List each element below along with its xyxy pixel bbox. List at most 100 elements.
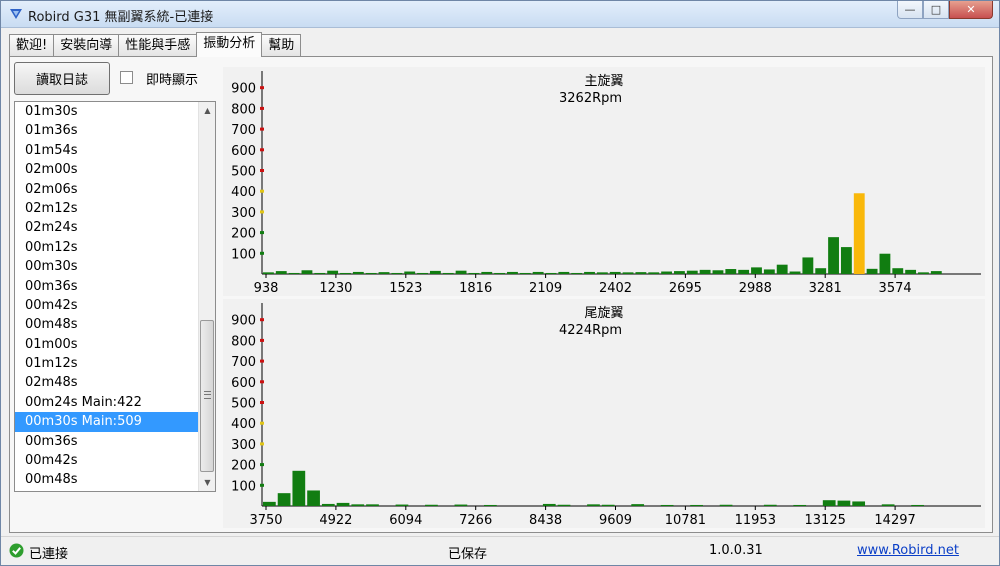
log-entry[interactable]: 00m36s — [15, 277, 215, 296]
window-title: Robird G31 無副翼系統-已連接 — [28, 10, 214, 25]
maximize-button[interactable]: □ — [923, 1, 949, 19]
y-tick-mark — [260, 106, 264, 110]
log-entry[interactable]: 01m54s — [15, 141, 215, 160]
bar — [660, 504, 674, 506]
bar — [542, 503, 556, 506]
x-tick-label: 3750 — [249, 513, 282, 528]
bar — [307, 490, 320, 506]
log-entry[interactable]: 01m12s — [15, 354, 215, 373]
tail-rotor-rpm: 4224Rpm — [559, 323, 623, 338]
tab-performance[interactable]: 性能與手感 — [118, 34, 198, 56]
connected-check-icon — [9, 543, 24, 558]
close-button[interactable]: ✕ — [949, 1, 993, 19]
bar — [712, 270, 724, 274]
tab-help[interactable]: 幫助 — [261, 34, 302, 56]
bar — [483, 504, 497, 506]
y-tick-label: 100 — [231, 247, 256, 262]
log-entry[interactable]: 00m42s — [15, 296, 215, 315]
bar — [596, 272, 608, 274]
x-tick-label: 2109 — [529, 281, 562, 296]
log-entry[interactable]: 01m00s — [15, 335, 215, 354]
scroll-down-icon[interactable]: ▼ — [199, 474, 215, 491]
bar — [699, 269, 711, 274]
bar — [587, 504, 600, 506]
bar — [352, 271, 364, 274]
y-tick-label: 400 — [231, 417, 256, 432]
log-entry[interactable]: 02m12s — [15, 199, 215, 218]
y-tick-mark — [260, 231, 264, 235]
scroll-up-icon[interactable]: ▲ — [199, 102, 215, 119]
x-tick-label: 3281 — [809, 281, 842, 296]
y-tick-label: 700 — [231, 123, 256, 138]
bar — [378, 272, 390, 274]
realtime-checkbox[interactable] — [120, 71, 133, 84]
log-entry[interactable]: 00m42s — [15, 451, 215, 470]
bar — [507, 271, 518, 274]
website-link[interactable]: www.Robird.net — [857, 543, 959, 558]
y-tick-mark — [260, 127, 264, 131]
x-tick-label: 7266 — [459, 513, 492, 528]
log-entry[interactable]: 02m06s — [15, 180, 215, 199]
y-tick-label: 300 — [231, 206, 256, 221]
bar — [840, 247, 852, 274]
log-entry[interactable]: 00m30s — [15, 257, 215, 276]
log-entry[interactable]: 00m12s — [15, 238, 215, 257]
read-log-button[interactable]: 讀取日誌 — [14, 62, 110, 95]
title-bar[interactable]: Robird G31 無副翼系統-已連接 — □ ✕ — [1, 1, 999, 28]
bar — [763, 504, 777, 506]
log-entry[interactable]: 00m36s — [15, 432, 215, 451]
window-controls: — □ ✕ — [897, 1, 993, 19]
bar — [881, 504, 895, 506]
y-tick-mark — [260, 442, 264, 446]
log-entry[interactable]: 00m24s Main:422 — [15, 393, 215, 412]
version-label: 1.0.0.31 — [709, 543, 763, 558]
bar — [866, 268, 878, 274]
bar — [494, 272, 506, 274]
y-tick-mark — [260, 169, 264, 172]
log-entry[interactable]: 00m48s — [15, 470, 215, 489]
bar — [661, 271, 673, 274]
main-rotor-title: 主旋翼 — [584, 74, 624, 89]
bar — [725, 269, 737, 274]
x-tick-label: 9609 — [599, 513, 632, 528]
y-tick-mark — [260, 463, 264, 467]
minimize-button[interactable]: — — [897, 1, 923, 19]
tab-vibration-analysis[interactable]: 振動分析 — [196, 32, 263, 57]
log-entry[interactable]: 02m00s — [15, 160, 215, 179]
bar — [481, 271, 493, 274]
log-list[interactable]: 01m30s 01m36s 01m54s 02m00s 02m06s 02m12s 02m2… — [14, 101, 216, 492]
y-tick-label: 200 — [231, 227, 256, 242]
bar — [631, 504, 645, 506]
log-entry[interactable]: 00m30s Main:509 — [15, 412, 198, 432]
bar — [822, 500, 836, 506]
bar — [301, 270, 313, 274]
log-entry[interactable]: 01m30s — [15, 102, 215, 121]
log-entry[interactable]: 02m24s — [15, 218, 215, 237]
bar — [892, 268, 904, 274]
x-tick-label: 938 — [254, 281, 279, 296]
bar — [911, 504, 924, 506]
x-tick-label: 1523 — [389, 281, 422, 296]
tab-setup-wizard[interactable]: 安裝向導 — [53, 34, 120, 56]
bar — [395, 504, 409, 506]
log-entry[interactable]: 02m48s — [15, 373, 215, 392]
tail-rotor-chart: 100 200 300 400 500 600 700 800 900 3750 4922 6094 7… — [223, 299, 985, 528]
x-tick-label: 2402 — [599, 281, 632, 296]
tab-strip: 歡迎! 安裝向導 性能與手感 振動分析 幫助 — [9, 32, 302, 57]
log-entry[interactable]: 00m48s — [15, 315, 215, 334]
bar — [366, 504, 379, 506]
tail-rotor-title: 尾旋翼 — [584, 306, 624, 321]
tab-welcome[interactable]: 歡迎! — [9, 34, 55, 56]
scroll-thumb[interactable] — [200, 320, 214, 472]
app-window: Robird G31 無副翼系統-已連接 — □ ✕ 歡迎! 安裝向導 性能與手… — [0, 0, 1000, 566]
bar — [828, 237, 839, 274]
bar — [802, 257, 814, 274]
log-scrollbar[interactable]: ▲ ▼ — [198, 102, 215, 491]
y-tick-label: 100 — [231, 479, 256, 494]
bar — [584, 271, 595, 274]
bar — [340, 272, 351, 274]
x-tick-label: 3574 — [879, 281, 912, 296]
log-entry[interactable]: 01m36s — [15, 121, 215, 140]
x-tick-label: 2988 — [739, 281, 772, 296]
bar — [905, 269, 917, 274]
